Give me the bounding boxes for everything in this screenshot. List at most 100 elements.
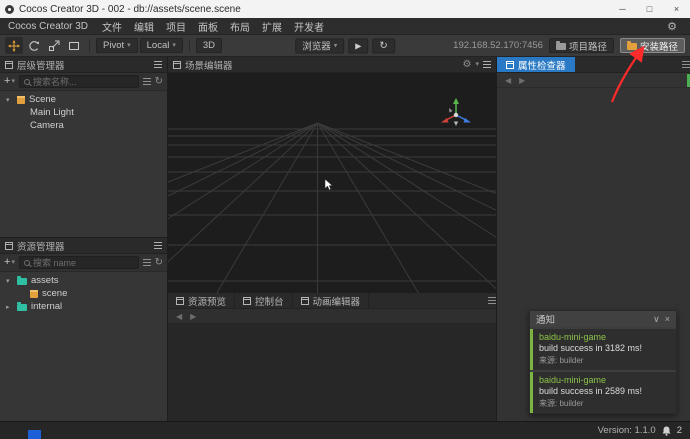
scale-tool-button[interactable] [45, 37, 63, 54]
hierarchy-title: 层级管理器 [17, 60, 65, 72]
menu-item-layout[interactable]: 布局 [224, 19, 256, 34]
assets-node-assets[interactable]: ▾ assets [0, 274, 167, 287]
hierarchy-node-camera[interactable]: Camera [0, 119, 167, 132]
window-controls: ─ □ × [609, 0, 690, 18]
panel-icon [173, 60, 181, 69]
add-node-button[interactable]: + ▾ [4, 76, 15, 87]
toolbar-separator [89, 39, 90, 52]
mode-3d-label: 3D [202, 40, 216, 51]
assets-node-internal[interactable]: ▸ internal [0, 300, 167, 313]
pivot-select-label: Pivot [103, 40, 125, 51]
scene-viewport[interactable] [168, 73, 496, 293]
tab-asset-preview[interactable]: 资源预览 [168, 293, 236, 308]
pivot-select[interactable]: Pivot ▾ [96, 38, 138, 53]
asset-preview-toolbar: ◀ ▶ [168, 309, 496, 324]
menu-item-developer[interactable]: 开发者 [288, 19, 330, 34]
hierarchy-toolbar: + ▾ ↻ [0, 73, 167, 91]
close-icon[interactable]: × [665, 314, 670, 324]
preview-url[interactable]: 192.168.52.170:7456 [453, 40, 543, 51]
assets-panel: 资源管理器 + ▾ ↻ [0, 237, 167, 421]
notification-count-badge[interactable]: 2 [677, 425, 682, 436]
refresh-icon[interactable]: ↻ [155, 76, 163, 87]
nav-back-icon[interactable]: ◀ [505, 76, 511, 85]
rect-tool-button[interactable] [65, 37, 83, 54]
refresh-icon[interactable]: ↻ [155, 257, 163, 268]
move-icon [8, 39, 20, 52]
panel-icon [300, 296, 309, 305]
install-path-button[interactable]: 安装路径 [619, 38, 685, 53]
scene-asset-icon [30, 289, 38, 298]
hierarchy-node-scene[interactable]: ▾ Scene [0, 93, 167, 106]
expand-caret-icon[interactable]: ▾ [6, 96, 13, 104]
hierarchy-node-main-light[interactable]: Main Light [0, 106, 167, 119]
move-tool-button[interactable] [5, 37, 23, 54]
tab-inspector[interactable]: 属性检查器 [497, 57, 575, 72]
hierarchy-search [18, 75, 139, 88]
preview-target-select[interactable]: 浏览器 ▾ [295, 38, 345, 53]
panel-menu-icon[interactable] [483, 61, 491, 68]
notification-name: baidu-mini-game [539, 332, 607, 342]
assets-search [18, 256, 139, 269]
coordinate-select[interactable]: Local ▾ [139, 38, 183, 53]
play-icon: ▶ [355, 41, 362, 50]
search-icon [23, 259, 30, 266]
menu-item-project[interactable]: 项目 [160, 19, 192, 34]
expand-caret-icon[interactable]: ▾ [6, 277, 13, 285]
panel-menu-icon[interactable] [488, 297, 496, 304]
menu-item-panel[interactable]: 面板 [192, 19, 224, 34]
notification-source: 来源: builder [539, 356, 584, 365]
rotate-tool-button[interactable] [25, 37, 43, 54]
hierarchy-search-input[interactable] [32, 76, 134, 87]
chevron-down-icon: ▾ [475, 61, 479, 68]
preview-controls-group: 浏览器 ▾ ▶ ↻ [295, 38, 395, 53]
bell-icon[interactable] [662, 426, 671, 436]
sort-icon[interactable] [142, 259, 151, 266]
nav-forward-icon[interactable]: ▶ [519, 76, 525, 85]
asset-preview-content [168, 324, 496, 421]
tab-label: 控制台 [255, 296, 284, 308]
left-column: 层级管理器 + ▾ ↻ [0, 57, 168, 421]
close-button[interactable]: × [663, 0, 690, 18]
nav-forward-icon[interactable]: ▶ [190, 312, 196, 321]
node-label: Camera [30, 120, 64, 131]
menu-item-edit[interactable]: 编辑 [128, 19, 160, 34]
panel-menu-icon[interactable] [154, 242, 162, 249]
menu-item-file[interactable]: 文件 [96, 19, 128, 34]
window-title: Cocos Creator 3D - 002 - db://assets/sce… [19, 3, 241, 15]
app-window: Cocos Creator 3D - 002 - db://assets/sce… [0, 0, 690, 439]
maximize-button[interactable]: □ [636, 0, 663, 18]
app-icon [5, 4, 14, 14]
refresh-button[interactable]: ↻ [372, 38, 395, 53]
expand-caret-icon[interactable]: ▸ [6, 303, 13, 311]
panel-icon [243, 296, 252, 305]
chevron-down-icon: ▾ [11, 259, 15, 266]
rect-icon [69, 41, 79, 50]
play-button[interactable]: ▶ [348, 38, 369, 53]
assets-search-input[interactable] [32, 257, 134, 268]
assets-node-scene[interactable]: scene [0, 287, 167, 300]
sort-icon[interactable] [142, 78, 151, 85]
nav-back-icon[interactable]: ◀ [176, 312, 182, 321]
bottom-tabs-header: 资源预览 控制台 动画编辑器 [168, 293, 496, 309]
folder-icon [626, 41, 637, 50]
add-asset-button[interactable]: + ▾ [4, 257, 15, 268]
node-label: Main Light [30, 107, 74, 118]
project-path-button[interactable]: 项目路径 [548, 38, 614, 53]
hierarchy-header: 层级管理器 [0, 57, 167, 73]
tab-console[interactable]: 控制台 [235, 293, 293, 308]
toolbar-separator [188, 39, 190, 52]
panel-menu-icon[interactable] [682, 61, 690, 68]
settings-gear-icon[interactable]: ⚙ [658, 20, 686, 33]
mode-3d-button[interactable]: 3D [195, 38, 223, 53]
panel-menu-icon[interactable] [154, 61, 162, 68]
assets-title: 资源管理器 [17, 241, 65, 253]
menu-item-app[interactable]: Cocos Creator 3D [4, 21, 96, 32]
gear-icon[interactable]: ⚙ [463, 59, 472, 70]
tab-animation-editor[interactable]: 动画编辑器 [293, 293, 370, 308]
axis-gizmo[interactable] [436, 95, 476, 135]
collapse-icon[interactable]: ∨ [653, 314, 660, 324]
menu-item-extension[interactable]: 扩展 [256, 19, 288, 34]
minimize-button[interactable]: ─ [609, 0, 636, 18]
project-path-label: 项目路径 [568, 41, 607, 53]
hierarchy-tree: ▾ Scene Main Light Camera [0, 91, 167, 237]
